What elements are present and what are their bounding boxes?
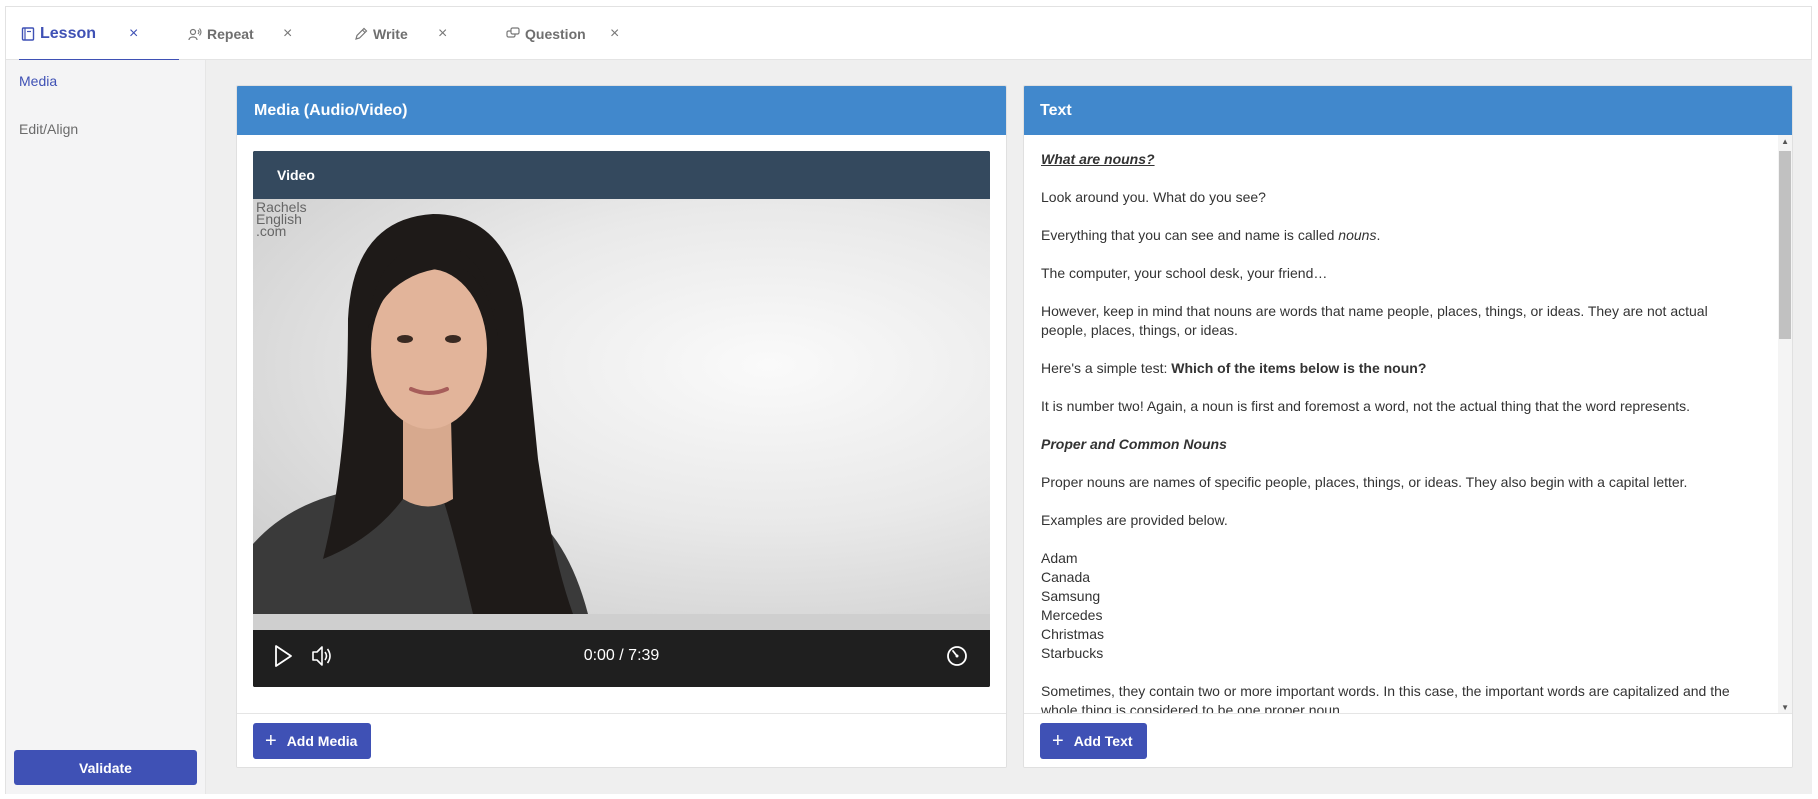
paragraph: Examples are provided below. <box>1041 512 1228 528</box>
paragraph: However, keep in mind that nouns are wor… <box>1041 303 1708 338</box>
panel-title: Media (Audio/Video) <box>237 86 1006 135</box>
add-text-label: Add Text <box>1073 733 1133 749</box>
list-item: Adam <box>1041 550 1078 566</box>
pencil-icon <box>354 27 368 41</box>
time-display: 0:00 / 7:39 <box>583 647 660 664</box>
sidebar: Media Edit/Align Validate <box>6 60 206 794</box>
text-content-area[interactable]: What are nouns? Look around you. What do… <box>1024 135 1792 714</box>
tab-label: Question <box>525 25 586 42</box>
examples-list: Adam Canada Samsung Mercedes Christmas S… <box>1041 549 1752 663</box>
scroll-up-icon[interactable]: ▲ <box>1781 137 1789 146</box>
paragraph: It is number two! Again, a noun is first… <box>1041 398 1691 414</box>
progress-bar[interactable] <box>253 614 990 630</box>
presenter-image <box>253 214 588 614</box>
plus-icon: + <box>1052 730 1064 752</box>
app-frame: Lesson × Repeat × Write × Question × Med… <box>5 6 1812 794</box>
paragraph: Proper nouns are names of specific peopl… <box>1041 474 1688 490</box>
chat-question-icon <box>506 26 520 41</box>
sidebar-item-edit-align[interactable]: Edit/Align <box>19 121 78 137</box>
list-item: Starbucks <box>1041 645 1104 661</box>
paragraph: Sometimes, they contain two or more impo… <box>1041 683 1730 714</box>
repeat-speak-icon <box>188 27 202 41</box>
tab-question[interactable]: Question × <box>506 7 619 60</box>
tab-repeat[interactable]: Repeat × <box>188 7 292 60</box>
scroll-down-icon[interactable]: ▼ <box>1781 703 1789 712</box>
list-item: Mercedes <box>1041 607 1103 623</box>
scroll-thumb[interactable] <box>1779 151 1791 339</box>
tab-label: Write <box>373 25 408 42</box>
plus-icon: + <box>265 730 277 752</box>
add-media-button[interactable]: + Add Media <box>253 723 372 759</box>
paragraph: The computer, your school desk, your fri… <box>1041 265 1328 281</box>
list-item: Canada <box>1041 569 1091 585</box>
add-text-button[interactable]: + Add Text <box>1040 723 1147 759</box>
text-panel-footer: + Add Text <box>1024 713 1792 767</box>
lesson-heading: What are nouns? <box>1041 151 1155 167</box>
paragraph: Here's a simple test: Which of the items… <box>1041 360 1427 376</box>
paragraph: Everything that you can see and name is … <box>1041 227 1381 243</box>
close-icon[interactable]: × <box>129 25 138 43</box>
close-icon[interactable]: × <box>438 25 447 43</box>
list-item: Samsung <box>1041 588 1101 604</box>
media-panel: Media (Audio/Video) Video Rachels Englis… <box>236 85 1007 768</box>
book-icon <box>21 26 35 41</box>
add-media-label: Add Media <box>286 733 358 749</box>
tab-write[interactable]: Write × <box>354 7 447 60</box>
media-panel-footer: + Add Media <box>237 713 1006 767</box>
sidebar-item-media[interactable]: Media <box>19 73 57 89</box>
lesson-text: What are nouns? Look around you. What do… <box>1024 135 1792 714</box>
tab-label: Repeat <box>207 25 254 42</box>
video-frame[interactable]: Rachels English .com <box>253 199 990 614</box>
player-controls: 0:00 / 7:39 <box>253 630 990 687</box>
text-panel: Text What are nouns? Look around you. Wh… <box>1023 85 1793 768</box>
section-heading: Proper and Common Nouns <box>1041 436 1227 452</box>
player-title: Video <box>253 151 990 199</box>
video-player: Video Rachels English .com 0:00 / 7:39 <box>253 151 990 687</box>
tab-label: Lesson <box>40 24 97 42</box>
close-icon[interactable]: × <box>283 25 292 43</box>
main-area: Media (Audio/Video) Video Rachels Englis… <box>206 60 1812 794</box>
tab-lesson[interactable]: Lesson × <box>18 7 180 61</box>
validate-button[interactable]: Validate <box>14 750 197 785</box>
scrollbar[interactable]: ▲ ▼ <box>1778 135 1792 714</box>
playback-speed-icon[interactable] <box>945 644 969 673</box>
panel-title: Text <box>1024 86 1792 135</box>
tab-bar: Lesson × Repeat × Write × Question × <box>6 7 1811 61</box>
paragraph: Look around you. What do you see? <box>1041 189 1266 205</box>
close-icon[interactable]: × <box>610 25 619 43</box>
list-item: Christmas <box>1041 626 1105 642</box>
